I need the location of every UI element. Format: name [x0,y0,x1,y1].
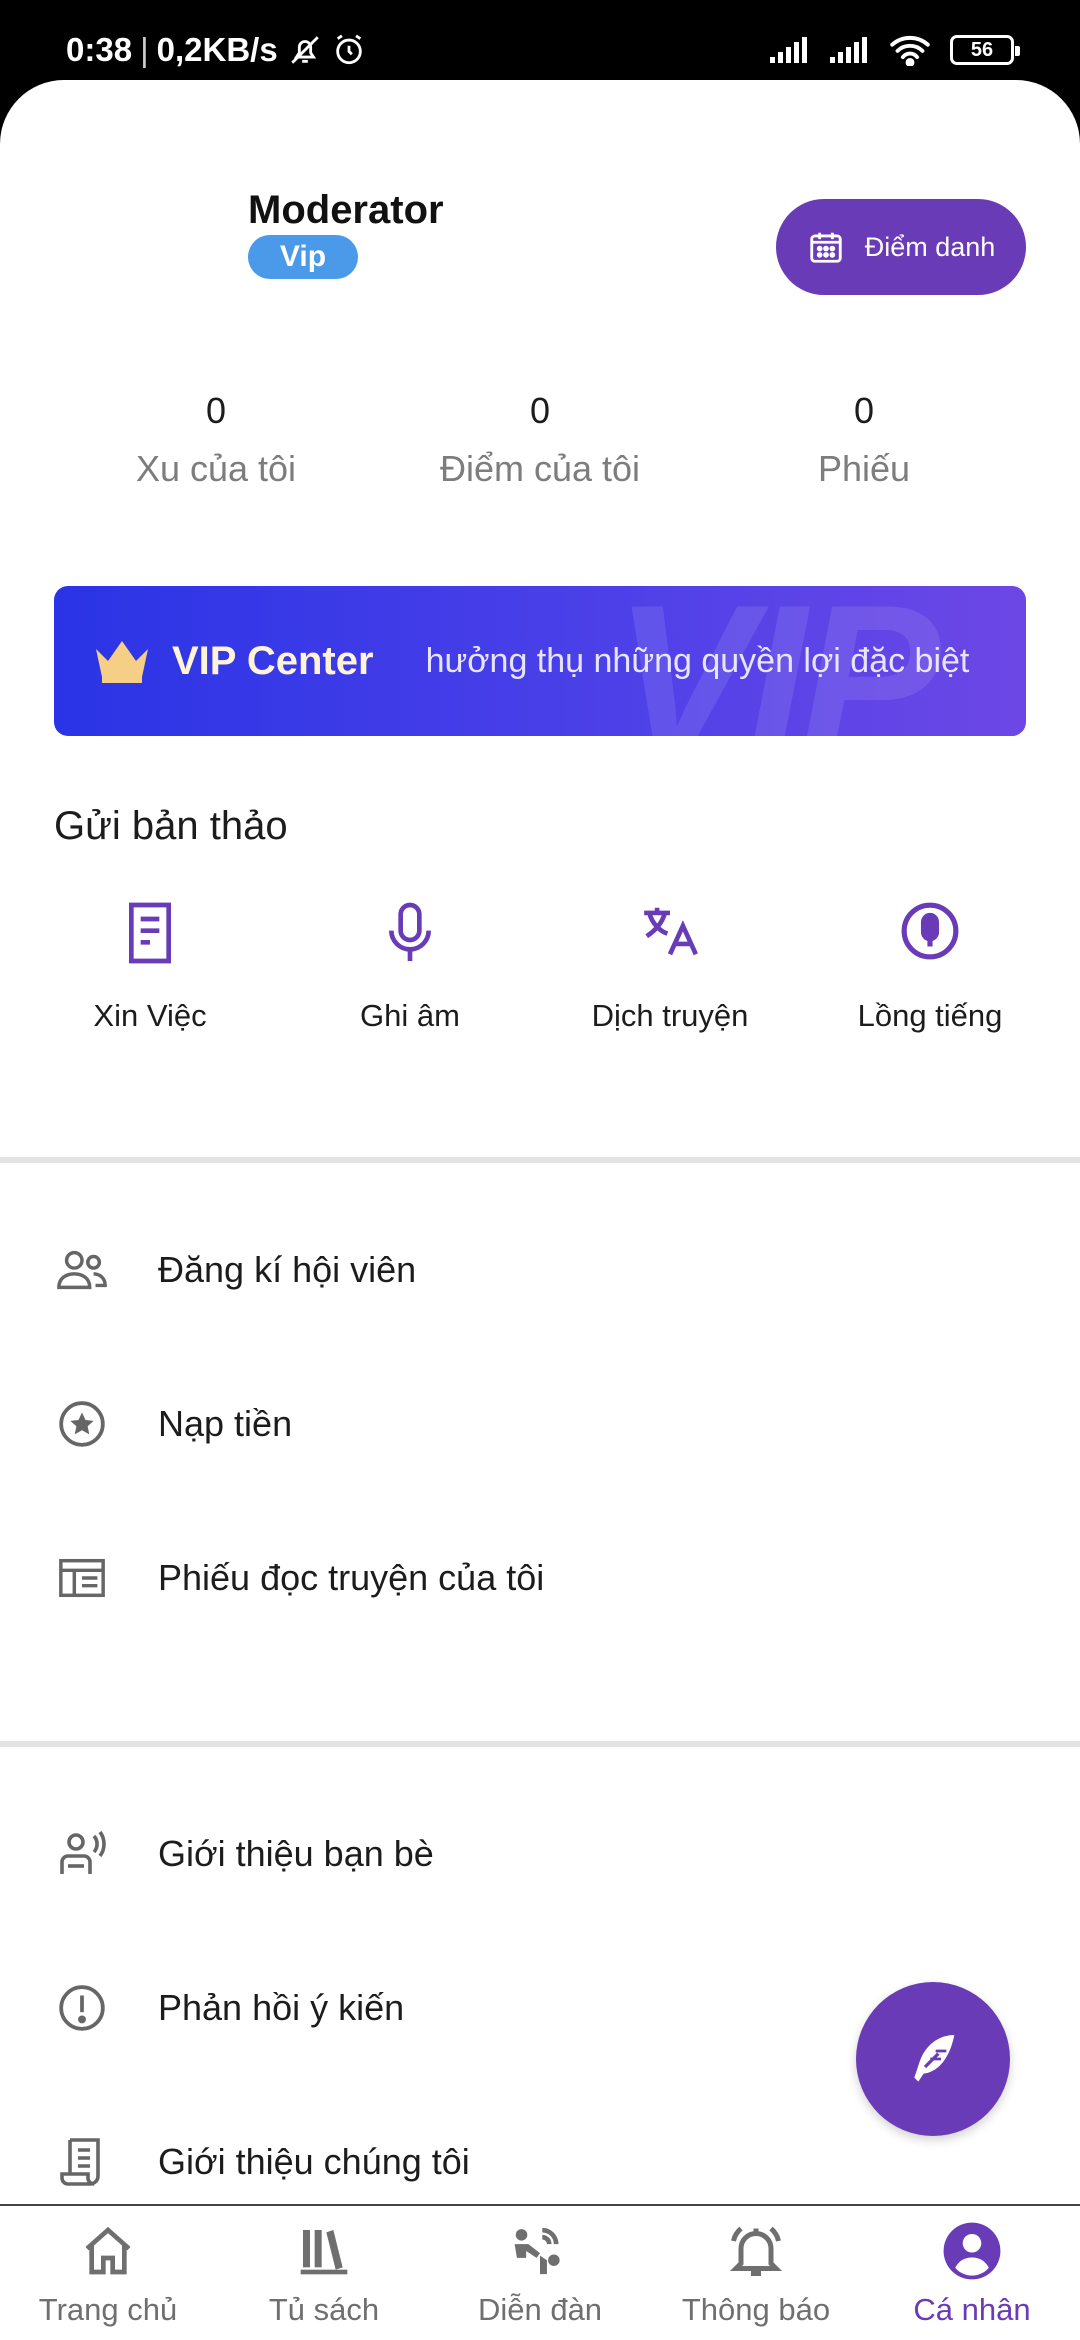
mute-icon [290,36,319,64]
menu-reading-tickets[interactable]: Phiếu đọc truyện của tôi [0,1528,1080,1628]
stat-points[interactable]: 0 Điểm của tôi [390,390,690,490]
checkin-button[interactable]: Điểm danh [776,199,1026,295]
screen: 0:38 | 0,2KB/s 56 Moderator Vip Điểm dan… [0,0,1080,2340]
voice-circle-icon [901,902,959,960]
menu-reading-tickets-label: Phiếu đọc truyện của tôi [158,1557,545,1598]
stat-tickets-value: 0 [853,390,875,431]
profile-sheet: Moderator Vip Điểm danh 0 Xu của tôi 0 Đ… [0,80,1080,2340]
nav-profile-label: Cá nhân [913,2292,1031,2327]
section-divider [0,1741,1080,1747]
tool-translate-label: Dịch truyện [591,998,749,1033]
signal-icon [830,37,867,63]
nav-home-label: Trang chủ [38,2292,178,2327]
bottom-navigation: Trang chủ Tủ sách Diễn đàn Thông báo Cá … [0,2204,1080,2340]
status-left: 0:38 | 0,2KB/s [66,31,366,69]
tool-apply-job[interactable]: Xin Việc [20,900,280,1034]
section-divider [0,1157,1080,1163]
vip-watermark: VIP [614,586,940,736]
stat-coins[interactable]: 0 Xu của tôi [66,390,366,490]
nav-home[interactable]: Trang chủ [8,2218,208,2328]
menu-feedback-label: Phản hồi ý kiến [158,1987,405,2028]
nav-notifications-label: Thông báo [681,2292,831,2327]
feather-pen-icon [914,2035,955,2082]
checkin-label: Điểm danh [864,231,996,262]
status-speed: 0,2KB/s [156,31,278,68]
tool-record[interactable]: Ghi âm [280,900,540,1034]
nav-forum-label: Diễn đàn [477,2292,603,2327]
stat-points-value: 0 [529,390,551,431]
bookshelf-icon [300,2230,348,2275]
scroll-icon [60,2138,100,2186]
stat-coins-value: 0 [205,390,227,431]
share-user-icon [60,1830,106,1874]
nav-profile[interactable]: Cá nhân [872,2218,1072,2328]
menu-refer-friends[interactable]: Giới thiệu bạn bè [0,1804,1080,1904]
battery-level: 56 [970,38,994,61]
alert-circle-icon [59,1985,105,2031]
users-icon [57,1250,107,1290]
alarm-icon [335,34,362,65]
wifi-icon [890,35,930,66]
menu-membership-label: Đăng kí hội viên [158,1249,417,1290]
submit-section-title: Gửi bản thảo [54,804,288,848]
stat-points-label: Điểm của tôi [439,448,641,489]
translate-icon [644,907,698,956]
profile-icon [943,2222,1001,2280]
nav-forum[interactable]: Diễn đàn [440,2218,640,2328]
menu-about-us-label: Giới thiệu chúng tôi [158,2141,470,2182]
stat-tickets[interactable]: 0 Phiếu [714,390,1014,490]
stat-tickets-label: Phiếu [817,448,911,489]
microphone-icon [389,902,431,961]
stat-coins-label: Xu của tôi [135,448,297,489]
vip-center-banner[interactable]: VIP VIP Center hưởng thụ những quyền lợi… [54,586,1026,736]
nav-bookshelf-label: Tủ sách [268,2292,380,2327]
bell-icon [729,2226,783,2276]
tool-dubbing[interactable]: Lồng tiếng [800,900,1060,1034]
nav-notifications[interactable]: Thông báo [656,2218,856,2328]
profile-name: Moderator [248,188,444,232]
compose-fab[interactable] [856,1982,1010,2136]
tool-apply-job-label: Xin Việc [93,998,207,1033]
signal-icon [770,37,807,63]
vip-center-title: VIP Center [172,638,374,683]
tool-translate[interactable]: Dịch truyện [540,900,800,1034]
tool-record-label: Ghi âm [360,998,460,1033]
menu-membership[interactable]: Đăng kí hội viên [0,1220,1080,1320]
forum-icon [514,2227,560,2275]
calendar-icon [810,232,842,263]
tool-dubbing-label: Lồng tiếng [857,998,1003,1033]
status-separator: | [140,31,149,68]
ticket-icon [59,1558,105,1598]
vip-badge: Vip [248,235,358,279]
battery-icon: 56 [950,35,1020,65]
menu-topup-label: Nạp tiền [158,1403,293,1444]
home-icon [85,2226,131,2275]
status-right: 56 [768,34,1020,66]
document-icon [129,902,171,964]
star-circle-icon [59,1401,105,1447]
crown-icon [96,641,148,683]
menu-topup[interactable]: Nạp tiền [0,1374,1080,1474]
status-time: 0:38 [66,31,133,68]
menu-refer-friends-label: Giới thiệu bạn bè [158,1833,434,1874]
nav-bookshelf[interactable]: Tủ sách [224,2218,424,2328]
